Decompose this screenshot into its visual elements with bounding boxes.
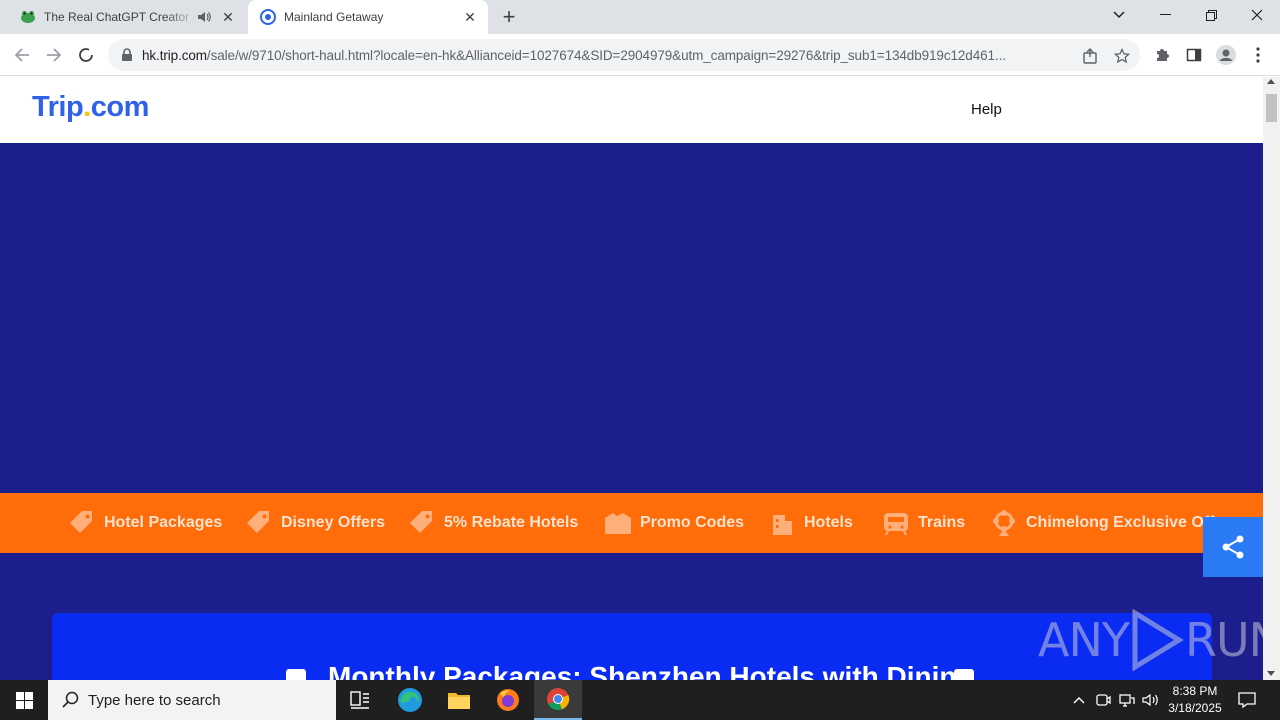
category-rebate-hotels[interactable]: 5% Rebate Hotels: [408, 493, 578, 553]
lock-icon[interactable]: [120, 48, 134, 62]
bookmark-star-icon[interactable]: [1113, 47, 1131, 65]
address-bar[interactable]: hk.trip.com/sale/w/9710/short-haul.html?…: [108, 39, 1140, 71]
speaker-icon[interactable]: [196, 9, 212, 25]
category-hotel-packages[interactable]: Hotel Packages: [68, 493, 222, 553]
back-arrow-icon[interactable]: [8, 41, 36, 69]
category-promo-codes[interactable]: Promo Codes: [604, 493, 744, 553]
anyrun-watermark: ANY RUN: [1038, 609, 1263, 671]
play-triangle-icon: [1132, 609, 1184, 671]
tab-search-icon[interactable]: [1096, 0, 1142, 30]
search-placeholder: Type here to search: [88, 691, 221, 709]
show-hidden-icons-chevron-icon[interactable]: [1069, 690, 1089, 710]
search-icon: [62, 691, 79, 708]
page-viewport: Trip.com Help Hotel Packages Disney Offe…: [0, 77, 1263, 680]
windows-logo-icon: [15, 691, 33, 709]
hero-banner: [0, 143, 1263, 493]
meet-now-icon[interactable]: [1093, 690, 1113, 710]
close-tab-icon[interactable]: ✕: [220, 9, 236, 25]
share-icon: [1222, 535, 1244, 559]
scroll-thumb[interactable]: [1266, 94, 1277, 122]
category-nav-bar: Hotel Packages Disney Offers 5% Rebate H…: [0, 493, 1263, 553]
clock-time: 8:38 PM: [1172, 684, 1218, 698]
ticket-icon: [605, 513, 631, 534]
tab-chatgpt-creator[interactable]: The Real ChatGPT Creator or ✕: [8, 0, 246, 34]
category-disney-offers[interactable]: Disney Offers: [245, 493, 385, 553]
side-panel-icon[interactable]: [1184, 45, 1204, 65]
gift-deco-icon: [954, 669, 974, 680]
forward-arrow-icon[interactable]: [40, 41, 68, 69]
stop-loading-icon[interactable]: [72, 41, 100, 69]
task-view-button[interactable]: [336, 680, 384, 720]
profile-avatar-icon[interactable]: [1216, 45, 1236, 65]
ferris-icon: [993, 510, 1015, 536]
firefox-icon: [497, 689, 519, 711]
close-tab-icon[interactable]: ✕: [462, 9, 478, 25]
gift-deco-icon: [286, 669, 306, 680]
promo-title: Monthly Packages: Shenzhen Hotels with D…: [328, 661, 974, 680]
new-tab-button[interactable]: +: [497, 4, 521, 29]
tripcom-logo[interactable]: Trip.com: [32, 91, 149, 124]
taskbar-chrome[interactable]: [534, 680, 582, 720]
extensions-puzzle-icon[interactable]: [1152, 45, 1172, 65]
windows-start-button[interactable]: [0, 680, 48, 720]
taskbar-firefox[interactable]: [484, 680, 532, 720]
edge-icon: [398, 688, 422, 712]
category-chimelong-offers[interactable]: Chimelong Exclusive Offers: [990, 493, 1239, 553]
folder-icon: [448, 693, 470, 709]
tag-icon: [410, 511, 432, 533]
volume-icon[interactable]: [1141, 690, 1161, 710]
page-scrollbar[interactable]: [1263, 77, 1280, 680]
building-icon: [773, 515, 792, 535]
notification-center-icon[interactable]: [1237, 690, 1257, 710]
scroll-down-arrow-icon[interactable]: [1267, 671, 1275, 676]
network-icon[interactable]: [1117, 690, 1137, 710]
help-link[interactable]: Help: [971, 101, 1002, 118]
restore-window-icon[interactable]: [1188, 0, 1234, 30]
tab-mainland-getaway[interactable]: Mainland Getaway ✕: [248, 0, 488, 34]
tripcom-favicon-icon: [260, 9, 276, 25]
share-button[interactable]: [1203, 517, 1263, 577]
site-header: Trip.com Help: [0, 77, 1263, 143]
share-page-icon[interactable]: [1081, 47, 1099, 65]
tag-icon: [247, 511, 269, 533]
category-hotels[interactable]: Hotels: [768, 493, 853, 553]
chrome-menu-icon[interactable]: [1248, 45, 1268, 65]
url-text[interactable]: hk.trip.com/sale/w/9710/short-haul.html?…: [142, 48, 1072, 63]
tab-title: Mainland Getaway: [284, 10, 384, 24]
taskbar-edge[interactable]: [386, 680, 434, 720]
task-view-icon: [350, 691, 369, 709]
browser-toolbar: hk.trip.com/sale/w/9710/short-haul.html?…: [0, 34, 1280, 76]
clock-date: 3/18/2025: [1168, 701, 1222, 715]
tab-title: The Real ChatGPT Creator or: [44, 10, 196, 24]
chrome-icon: [547, 688, 570, 711]
close-window-icon[interactable]: [1234, 0, 1280, 30]
minimize-window-icon[interactable]: [1142, 0, 1188, 30]
browser-tab-strip: The Real ChatGPT Creator or ✕ Mainland G…: [0, 0, 1280, 34]
taskbar-search-box[interactable]: Type here to search: [48, 680, 336, 720]
windows-taskbar: Type here to search 8:38 PM 3/18/2025: [0, 680, 1280, 720]
train-icon: [884, 513, 908, 536]
taskbar-clock[interactable]: 8:38 PM 3/18/2025: [1160, 683, 1230, 717]
taskbar-file-explorer[interactable]: [435, 680, 483, 720]
frog-favicon-icon: [21, 11, 35, 23]
scroll-up-arrow-icon[interactable]: [1267, 79, 1275, 84]
tag-icon: [70, 511, 92, 533]
category-trains[interactable]: Trains: [882, 493, 965, 553]
